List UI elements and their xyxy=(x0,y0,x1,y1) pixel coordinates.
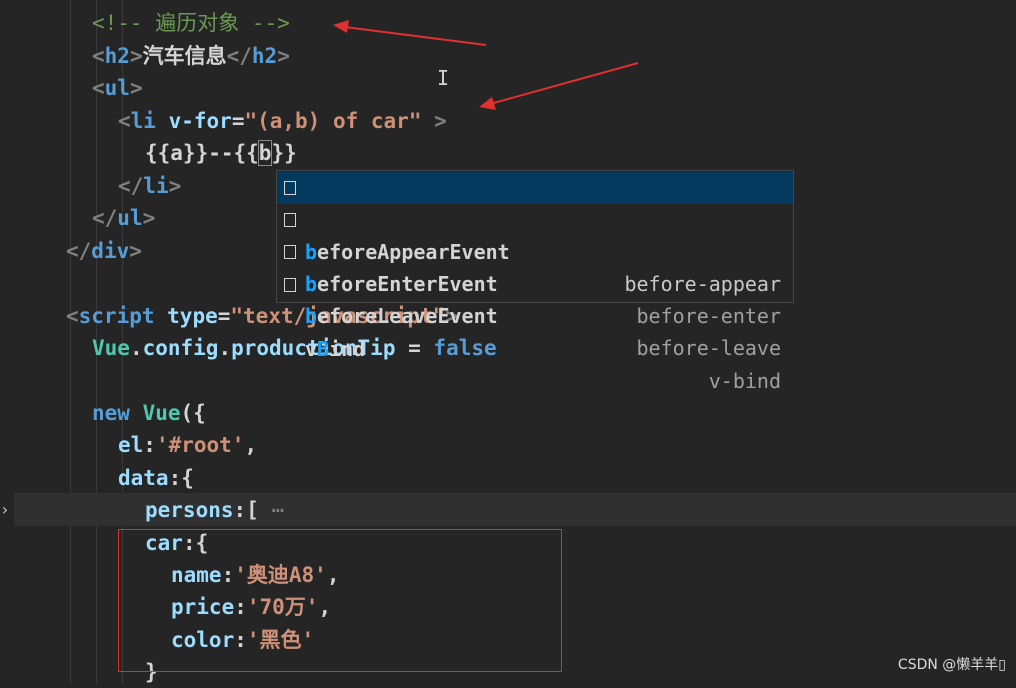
red-arrowhead-1 xyxy=(333,20,349,33)
red-arrow-1 xyxy=(344,26,487,46)
red-arrowhead-2 xyxy=(479,97,496,110)
red-arrow-2 xyxy=(489,62,639,105)
watermark: CSDN @懒羊羊▯ xyxy=(897,657,1006,673)
highlight-box xyxy=(118,529,562,672)
